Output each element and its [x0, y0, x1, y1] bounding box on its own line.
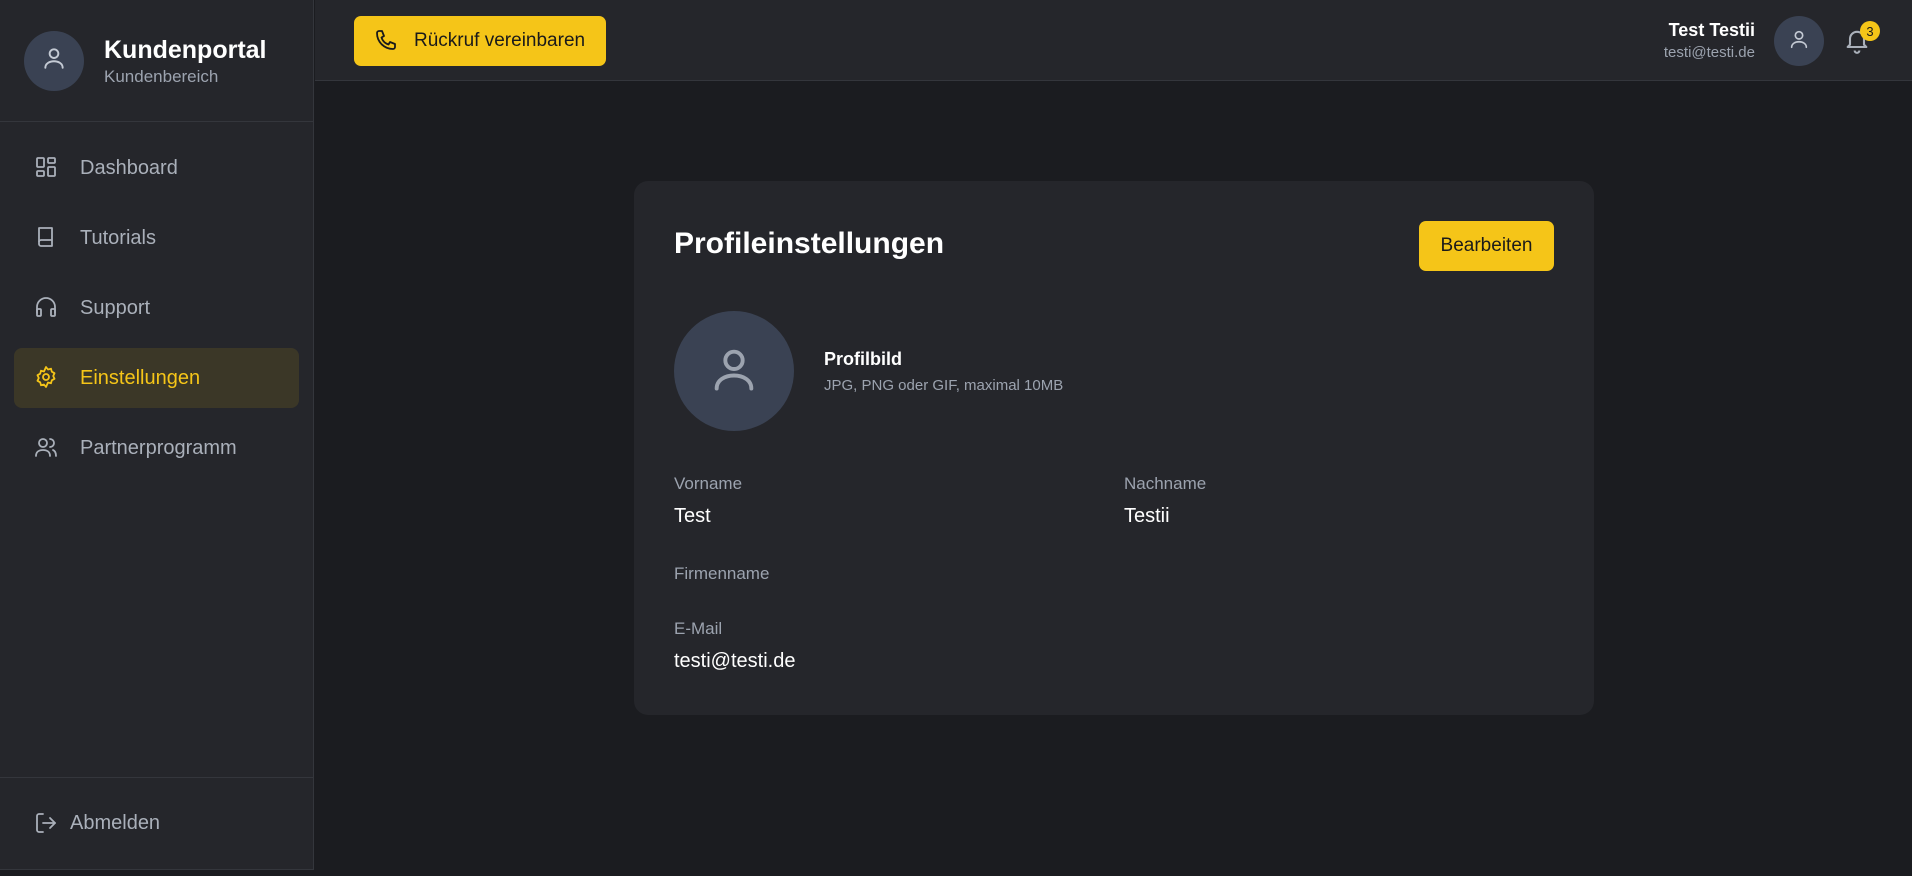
email-value: testi@testi.de	[674, 650, 796, 672]
brand-subtitle: Kundenbereich	[104, 66, 219, 86]
users-icon	[34, 435, 60, 461]
profile-settings-card: Profileinstellungen Bearbeiten Profilbil…	[634, 181, 1594, 715]
email-label: E-Mail	[674, 619, 723, 638]
notification-badge: 3	[1860, 21, 1880, 41]
sidebar-item-einstellungen[interactable]: Einstellungen	[14, 348, 299, 408]
sidebar-item-support[interactable]: Support	[14, 278, 299, 338]
lastname-label: Nachname	[1124, 474, 1207, 493]
book-icon	[34, 225, 60, 251]
brand-title: Kundenportal	[104, 35, 267, 64]
profile-picture-label: Profilbild	[824, 349, 902, 369]
logout-button[interactable]: Abmelden	[0, 777, 313, 869]
user-icon	[1788, 28, 1810, 55]
logout-label: Abmelden	[70, 812, 161, 834]
firstname-label: Vorname	[674, 474, 743, 493]
gear-icon	[34, 365, 60, 391]
page-title: Profileinstellungen	[674, 227, 945, 260]
brand: Kundenportal Kundenbereich	[0, 0, 313, 122]
user-info: Test Testii testi@testi.de	[1664, 20, 1755, 61]
lastname-value: Testii	[1124, 505, 1170, 527]
grid-icon	[34, 155, 60, 181]
sidebar-item-label: Support	[80, 296, 151, 319]
firstname-value: Test	[674, 505, 711, 527]
company-label: Firmenname	[674, 564, 770, 583]
profile-picture[interactable]	[674, 311, 794, 431]
app-root: Kundenportal Kundenbereich Dashboard Tut…	[0, 0, 1912, 876]
user-email: testi@testi.de	[1663, 44, 1755, 61]
user-icon	[708, 343, 760, 400]
headphones-icon	[34, 295, 60, 321]
callback-label: Rückruf vereinbaren	[414, 30, 586, 51]
sidebar-nav: Dashboard Tutorials Support Einstellunge…	[0, 122, 313, 478]
profile-picture-hint: JPG, PNG oder GIF, maximal 10MB	[824, 377, 1064, 394]
edit-button[interactable]: Bearbeiten	[1419, 221, 1554, 271]
callback-button[interactable]: Rückruf vereinbaren	[354, 16, 606, 66]
avatar[interactable]	[1774, 16, 1824, 66]
user-icon	[41, 45, 67, 76]
sidebar-item-label: Tutorials	[80, 226, 156, 249]
brand-avatar	[24, 30, 84, 91]
sidebar-item-tutorials[interactable]: Tutorials	[14, 208, 299, 268]
sidebar-item-label: Einstellungen	[80, 366, 201, 389]
sidebar-item-label: Dashboard	[80, 156, 178, 179]
sidebar-item-dashboard[interactable]: Dashboard	[14, 138, 299, 198]
sidebar-item-label: Partnerprogramm	[80, 436, 237, 459]
user-name: Test Testii	[1668, 20, 1755, 40]
sidebar-item-partnerprogramm[interactable]: Partnerprogramm	[14, 418, 299, 478]
phone-icon	[374, 28, 400, 54]
sidebar: Kundenportal Kundenbereich Dashboard Tut…	[0, 0, 314, 870]
logout-icon	[34, 811, 60, 837]
top-header: Rückruf vereinbaren Test Testii testi@te…	[315, 0, 1912, 81]
